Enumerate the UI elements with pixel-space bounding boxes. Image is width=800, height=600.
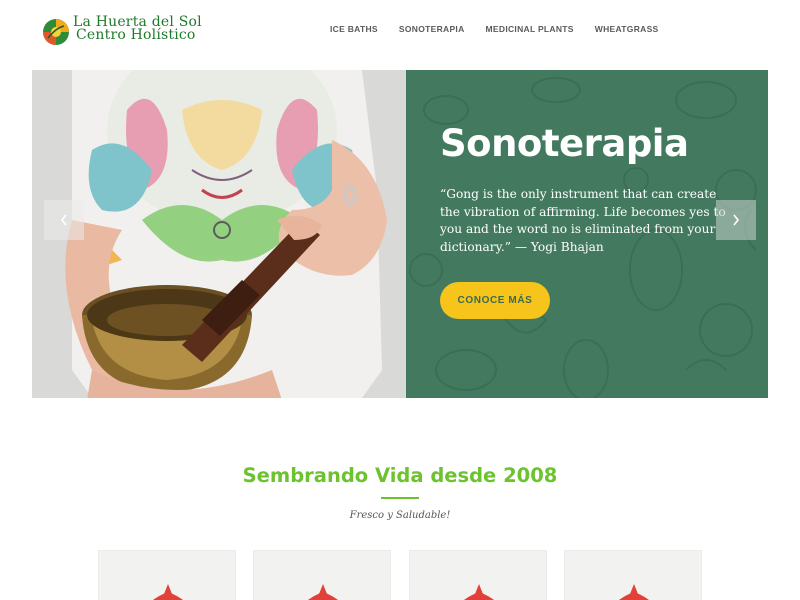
sun-logo-icon (43, 19, 69, 45)
mandala-icon (464, 584, 494, 600)
site-logo[interactable]: La Huerta del Sol Centro Holístico (42, 15, 202, 50)
logo-line-2: Centro Holístico (76, 27, 196, 43)
chevron-right-icon (733, 214, 740, 226)
slide-title: Sonoterapia (440, 122, 689, 165)
section-subtitle: Fresco y Saludable! (349, 510, 451, 521)
main-nav: ICE BATHS SONOTERAPIA MEDICINAL PLANTS W… (330, 24, 680, 34)
title-divider (381, 497, 419, 499)
slide-text-panel: Sonoterapia “Gong is the only instrument… (406, 70, 768, 398)
slider-prev-button[interactable] (44, 200, 84, 240)
feature-card[interactable] (564, 550, 702, 600)
conoce-mas-button[interactable]: CONOCE MÁS (440, 282, 550, 319)
mandala-icon (153, 584, 183, 600)
nav-item-ice-baths[interactable]: ICE BATHS (330, 24, 378, 34)
mandala-icon (619, 584, 649, 600)
site-header: La Huerta del Sol Centro Holístico ICE B… (0, 0, 800, 62)
hero-slider: Sonoterapia “Gong is the only instrument… (32, 70, 768, 398)
nav-item-medicinal-plants[interactable]: MEDICINAL PLANTS (486, 24, 574, 34)
feature-card[interactable] (253, 550, 391, 600)
slide-quote: “Gong is the only instrument that can cr… (440, 187, 726, 254)
singing-bowl-photo (32, 70, 408, 398)
feature-card[interactable] (409, 550, 547, 600)
feature-card[interactable] (98, 550, 236, 600)
logo-wordmark: La Huerta del Sol Centro Holístico (73, 15, 202, 43)
slider-next-button[interactable] (716, 200, 756, 240)
mandala-icon (308, 584, 338, 600)
nav-item-sonoterapia[interactable]: SONOTERAPIA (399, 24, 465, 34)
singing-bowl-illustration (32, 70, 408, 398)
nav-item-wheatgrass[interactable]: WHEATGRASS (595, 24, 659, 34)
section-title: Sembrando Vida desde 2008 (242, 464, 558, 487)
chevron-left-icon (60, 214, 67, 226)
